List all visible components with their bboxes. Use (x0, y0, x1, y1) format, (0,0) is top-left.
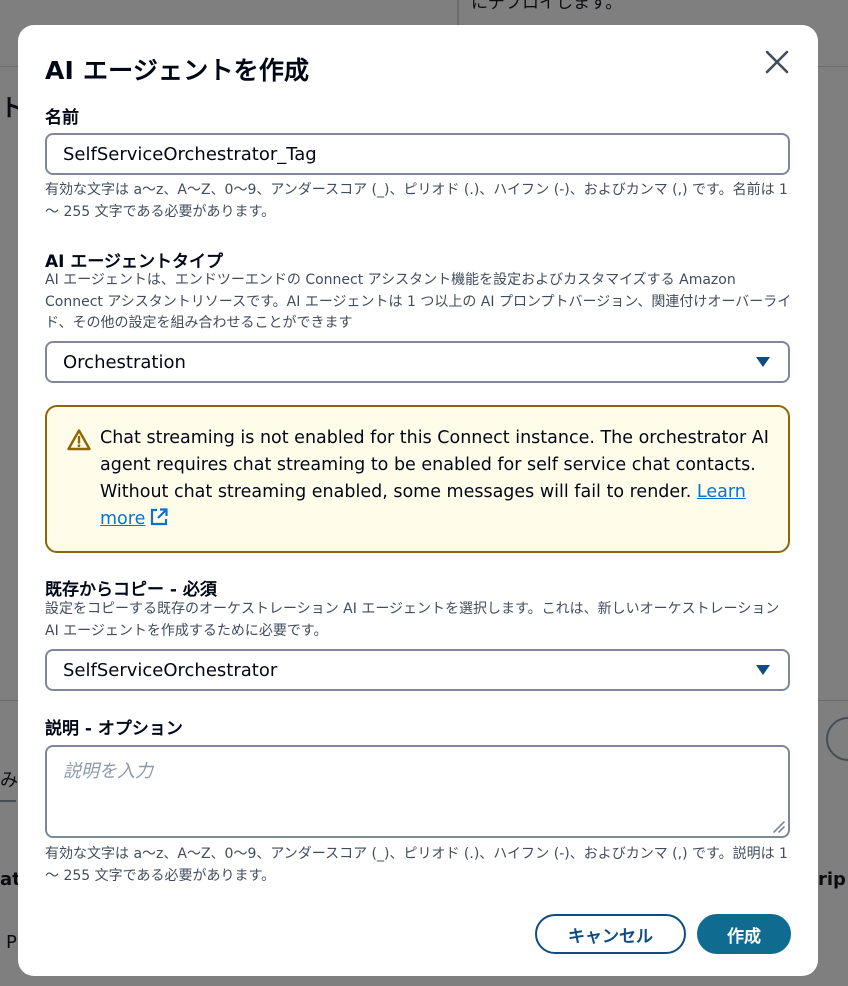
close-button[interactable] (762, 47, 792, 77)
chat-streaming-warning-alert: Chat streaming is not enabled for this C… (45, 405, 790, 553)
caret-down-icon (756, 357, 770, 367)
create-ai-agent-modal: AI エージェントを作成 名前 有効な文字は a〜z、A〜Z、0〜9、アンダース… (18, 25, 818, 976)
warning-icon (67, 429, 91, 451)
copy-from-description: 設定をコピーする既存のオーケストレーション AI エージェントを選択します。これ… (45, 601, 780, 639)
alert-message-text: Chat streaming is not enabled for this C… (100, 428, 769, 502)
caret-down-icon (756, 665, 770, 675)
description-hint: 有効な文字は a〜z、A〜Z、0〜9、アンダースコア (_)、ピリオド (.)、… (45, 846, 788, 884)
agent-type-selected-value: Orchestration (63, 351, 186, 373)
description-textarea[interactable] (45, 745, 790, 838)
name-label: 名前 (45, 108, 79, 128)
copy-from-selected-value: SelfServiceOrchestrator (63, 659, 278, 681)
agent-type-label: AI エージェントタイプ (45, 252, 224, 272)
agent-type-select[interactable]: Orchestration (45, 341, 790, 383)
copy-from-select[interactable]: SelfServiceOrchestrator (45, 649, 790, 691)
agent-type-description: AI エージェントは、エンドツーエンドの Connect アシスタント機能を設定… (45, 272, 792, 331)
alert-message: Chat streaming is not enabled for this C… (100, 425, 770, 533)
resize-handle-icon[interactable] (771, 819, 785, 833)
close-icon (765, 50, 789, 74)
modal-title: AI エージェントを作成 (45, 56, 310, 85)
copy-from-label: 既存からコピー - 必須 (45, 580, 217, 600)
external-link-icon (151, 508, 168, 526)
name-input[interactable] (45, 133, 790, 175)
name-hint: 有効な文字は a〜z、A〜Z、0〜9、アンダースコア (_)、ピリオド (.)、… (45, 182, 788, 220)
description-label: 説明 - オプション (45, 719, 183, 739)
cancel-button[interactable]: キャンセル (535, 914, 686, 954)
create-button[interactable]: 作成 (697, 914, 791, 954)
